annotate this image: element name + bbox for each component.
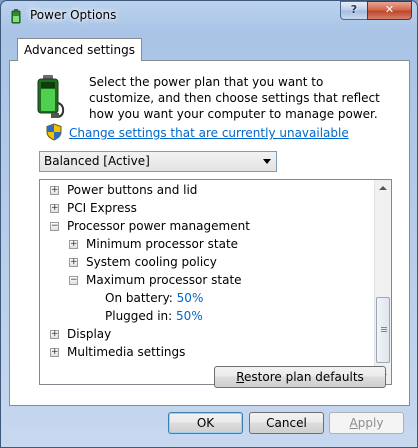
change-settings-link[interactable]: Change settings that are currently unava… [69, 126, 349, 140]
collapse-icon[interactable]: − [50, 222, 59, 231]
plugged-in-value[interactable]: 50% [176, 309, 203, 323]
vertical-scrollbar[interactable] [374, 180, 391, 384]
ok-button[interactable]: OK [168, 412, 243, 434]
button-label: estore plan defaults [244, 370, 364, 384]
restore-plan-defaults-button[interactable]: Restore plan defaults [214, 366, 386, 388]
window-title: Power Options [30, 8, 117, 22]
tree-item-plugged-in[interactable]: Plugged in: 50% [105, 307, 203, 325]
uac-shield-icon [46, 123, 62, 141]
tree-item-label: Maximum processor state [86, 273, 242, 287]
grip-line [381, 329, 387, 330]
title-bar[interactable]: Power Options ? ✕ [1, 1, 417, 31]
dialog-panel: Advanced settings Select the power plan … [9, 31, 410, 406]
tree-item-label: Multimedia settings [67, 345, 186, 359]
power-plan-dropdown[interactable]: Balanced [Active] [39, 151, 277, 172]
apply-button[interactable]: Apply [329, 412, 404, 434]
expand-icon[interactable]: + [50, 204, 59, 213]
tree-item-label: Power buttons and lid [67, 183, 198, 197]
expand-icon[interactable]: + [50, 186, 59, 195]
power-options-icon [8, 8, 24, 24]
power-plan-value: Balanced [Active] [44, 154, 150, 168]
cancel-button[interactable]: Cancel [249, 412, 324, 434]
tree-item-on-battery[interactable]: On battery: 50% [105, 289, 203, 307]
expand-icon[interactable]: + [50, 348, 59, 357]
scroll-up-button[interactable] [375, 180, 391, 197]
battery-plug-icon [33, 73, 67, 119]
expand-icon[interactable]: + [69, 240, 78, 249]
tree-item-label: Minimum processor state [86, 237, 239, 251]
chevron-down-icon[interactable] [263, 159, 271, 164]
grip-line [381, 327, 387, 328]
grip-line [381, 331, 387, 332]
accelerator-key: R [236, 370, 245, 384]
tree-item-label: PCI Express [67, 201, 137, 215]
collapse-icon[interactable]: − [69, 276, 78, 285]
scroll-up-icon [379, 186, 387, 190]
scroll-thumb[interactable] [376, 297, 390, 363]
close-button[interactable]: ✕ [367, 1, 412, 20]
tab-advanced-settings[interactable]: Advanced settings [17, 38, 142, 61]
accelerator-key: A [349, 416, 358, 430]
tree-item-label: Display [67, 327, 112, 341]
help-button[interactable]: ? [340, 1, 368, 20]
button-label: pply [357, 416, 384, 430]
expand-icon[interactable]: + [50, 330, 59, 339]
expand-icon[interactable]: + [69, 258, 78, 267]
tree-item-label: Processor power management [67, 219, 250, 233]
power-options-window: Power Options ? ✕ Advanced settings Sele… [0, 0, 418, 448]
plan-description: Select the power plan that you want to c… [89, 75, 380, 121]
tree-item-label: Plugged in: [105, 309, 173, 323]
tree-item-label: System cooling policy [86, 255, 217, 269]
tree-item-label: On battery: [105, 291, 173, 305]
settings-tree[interactable]: + Power buttons and lid + PCI Express − … [39, 179, 392, 385]
on-battery-value[interactable]: 50% [177, 291, 204, 305]
